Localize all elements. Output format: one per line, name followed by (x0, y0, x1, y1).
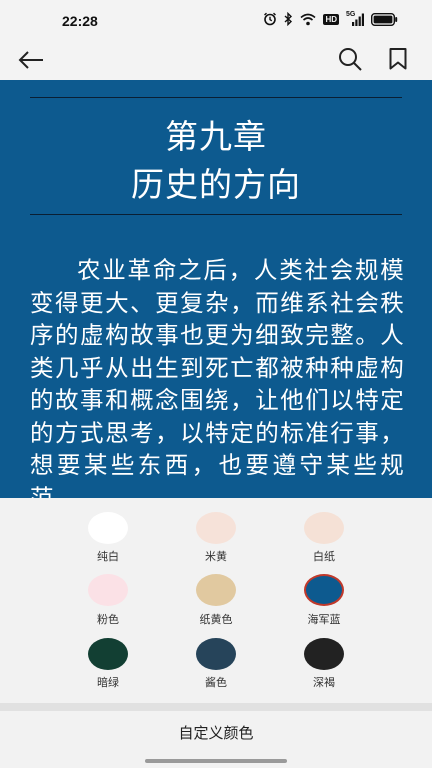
bookmark-icon (389, 48, 407, 70)
color-swatch-label: 米黄 (205, 550, 227, 563)
color-swatch[interactable] (304, 574, 344, 606)
hd-badge: HD (323, 13, 339, 25)
network-label: 5G (346, 10, 356, 18)
status-bar: 22:28 HD 5G (0, 0, 432, 40)
color-swatch-label: 暗绿 (97, 676, 119, 689)
chapter-body-text: 农业革命之后，人类社会规模变得更大、更复杂，而维系社会秩序的虚构故事也更为细致完… (30, 256, 404, 498)
status-time: 22:28 (62, 13, 98, 29)
chapter-bottom-rule (30, 214, 402, 215)
back-button[interactable] (16, 46, 46, 74)
color-swatch[interactable] (304, 512, 344, 544)
color-swatch-label: 纯白 (97, 550, 119, 563)
search-icon (339, 48, 362, 71)
color-swatch[interactable] (196, 638, 236, 670)
signal-icon: 5G (346, 10, 364, 26)
chapter-title: 历史的方向 (131, 165, 301, 204)
chapter-top-rule (30, 97, 402, 98)
color-swatch[interactable] (196, 512, 236, 544)
custom-color-button[interactable]: 自定义颜色 (0, 711, 432, 753)
color-swatch-label: 白纸 (313, 550, 335, 563)
color-swatch[interactable] (88, 574, 128, 606)
alarm-icon (263, 12, 277, 26)
color-swatch-label: 海军蓝 (307, 613, 341, 626)
color-swatch-label: 纸黄色 (199, 613, 233, 626)
color-swatch-label: 粉色 (97, 613, 119, 626)
color-swatch-label: 深褐 (313, 676, 335, 689)
color-swatch[interactable] (304, 638, 344, 670)
wifi-icon (300, 13, 316, 26)
search-button[interactable] (336, 45, 364, 73)
color-swatch[interactable] (88, 512, 128, 544)
hd-label: HD (325, 14, 337, 24)
arrow-left-icon (18, 51, 43, 69)
battery-icon (371, 12, 398, 26)
bluetooth-icon (284, 12, 293, 26)
reader-page[interactable]: 第九章 历史的方向 农业革命之后，人类社会规模变得更大、更复杂，而维系社会秩序的… (0, 80, 432, 498)
color-swatch[interactable] (88, 638, 128, 670)
color-swatch[interactable] (196, 574, 236, 606)
panel-divider (0, 703, 432, 711)
bookmark-button[interactable] (384, 45, 412, 73)
app-bar (0, 40, 432, 80)
home-indicator (145, 759, 287, 763)
color-swatch-label: 酱色 (205, 676, 227, 689)
status-icons: HD 5G (263, 10, 398, 26)
chapter-number: 第九章 (165, 117, 267, 156)
